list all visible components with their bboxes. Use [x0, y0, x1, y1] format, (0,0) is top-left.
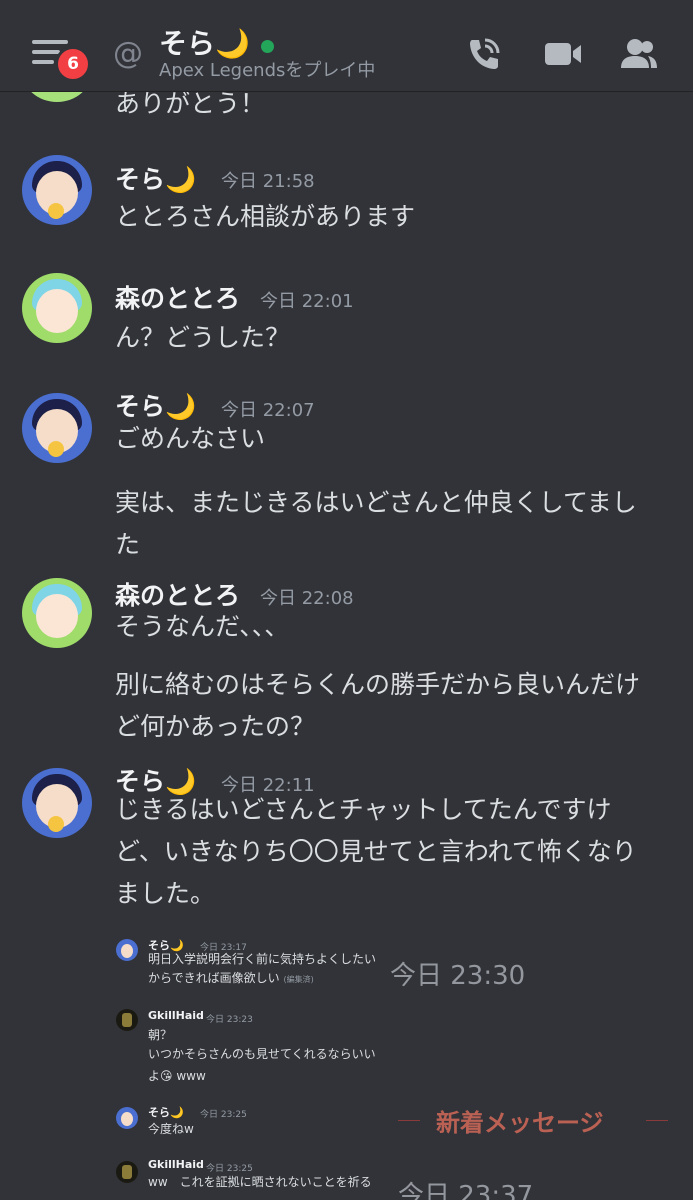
embed-timestamp: 今日 23:23	[206, 1015, 253, 1025]
embed-line: 朝？	[148, 1028, 173, 1042]
message-line: じきるはいどさんとチャットしてたんですけ	[115, 795, 612, 824]
edited-label: (編集済)	[283, 975, 314, 984]
overlay-timestamp: 今日 23:30	[390, 961, 526, 991]
channel-header: 6 @ そら🌙 Apex Legendsをプレイ中	[0, 0, 693, 92]
avatar[interactable]	[22, 768, 92, 838]
message-line: た	[115, 530, 141, 559]
avatar[interactable]	[22, 155, 92, 225]
message-text: そうなんだ、、、 別に絡むのはそらくんの勝手だから良いんだけ ど何かあったの？	[115, 606, 675, 748]
message-text: ととろさん相談があります	[115, 196, 675, 238]
message-line: 実は、またじきるはいどさんと仲良くしてまし	[115, 488, 637, 517]
avatar	[116, 1107, 138, 1129]
new-messages-label: 新着メッセージ	[436, 1109, 604, 1137]
embed-text: 朝？ いつかそらさんのも見せてくれるならいい よ😘 www	[148, 1026, 448, 1086]
online-status-icon	[261, 40, 274, 53]
message-line: そうなんだ、、、	[115, 612, 290, 641]
call-button[interactable]	[464, 34, 504, 74]
embed-author: GkillHaid	[148, 1009, 204, 1022]
message-line: ん？どうした？	[115, 323, 291, 352]
embed-author: GkillHaid	[148, 1158, 204, 1171]
message-line: ど何かあったの？	[115, 712, 316, 741]
avatar[interactable]	[22, 273, 92, 343]
phone-call-icon	[470, 38, 500, 69]
avatar	[116, 1009, 138, 1031]
message-line: ごめんなさい	[115, 424, 266, 453]
at-icon: @	[113, 36, 143, 71]
message-timestamp: 今日 22:01	[260, 291, 354, 312]
embed-line: いつかそらさんのも見せてくれるならいい	[148, 1047, 376, 1061]
embed-line: 今度ねw	[148, 1122, 194, 1136]
embedded-screenshot: そら🌙 今日 23:17 明日入学説明会行く前に気持ちよくしたい からできれば画…	[100, 925, 693, 1200]
message-author[interactable]: そら🌙	[115, 160, 196, 196]
avatar[interactable]	[22, 578, 92, 648]
video-camera-icon	[545, 43, 581, 65]
message-timestamp: 今日 21:58	[221, 171, 315, 192]
overlay-timestamp: 今日 23:37	[398, 1181, 534, 1200]
unread-badge: 6	[55, 46, 91, 82]
avatar	[116, 939, 138, 961]
message-author[interactable]: 森のととろ	[115, 279, 240, 315]
members-button[interactable]	[618, 34, 658, 74]
message-line: 別に絡むのはそらくんの勝手だから良いんだけ	[115, 670, 641, 699]
avatar	[116, 1161, 138, 1183]
dm-activity-status: Apex Legendsをプレイ中	[159, 60, 376, 81]
message-line: ました。	[115, 879, 216, 908]
embed-timestamp: 今日 23:25	[200, 1110, 247, 1120]
embed-author: そら🌙	[148, 1106, 184, 1119]
message-list: ありがとう！ そら🌙 今日 21:58 ととろさん相談があります 森のととろ 今…	[0, 0, 693, 1200]
members-icon	[621, 39, 657, 68]
message-line: ととろさん相談があります	[115, 202, 416, 231]
embed-text: 今度ねw	[148, 1120, 448, 1139]
message-text: じきるはいどさんとチャットしてたんですけ ど、いきなりち〇〇見せてと言われて怖く…	[115, 789, 675, 915]
avatar[interactable]	[22, 393, 92, 463]
video-call-button[interactable]	[543, 34, 583, 74]
embed-line: よ😘 www	[148, 1069, 206, 1083]
message-text: ごめんなさい 実は、またじきるはいどさんと仲良くしてまし た	[115, 418, 675, 566]
message-line: ど、いきなりち〇〇見せてと言われて怖くなり	[115, 837, 637, 866]
message-text: ん？どうした？	[115, 317, 675, 359]
